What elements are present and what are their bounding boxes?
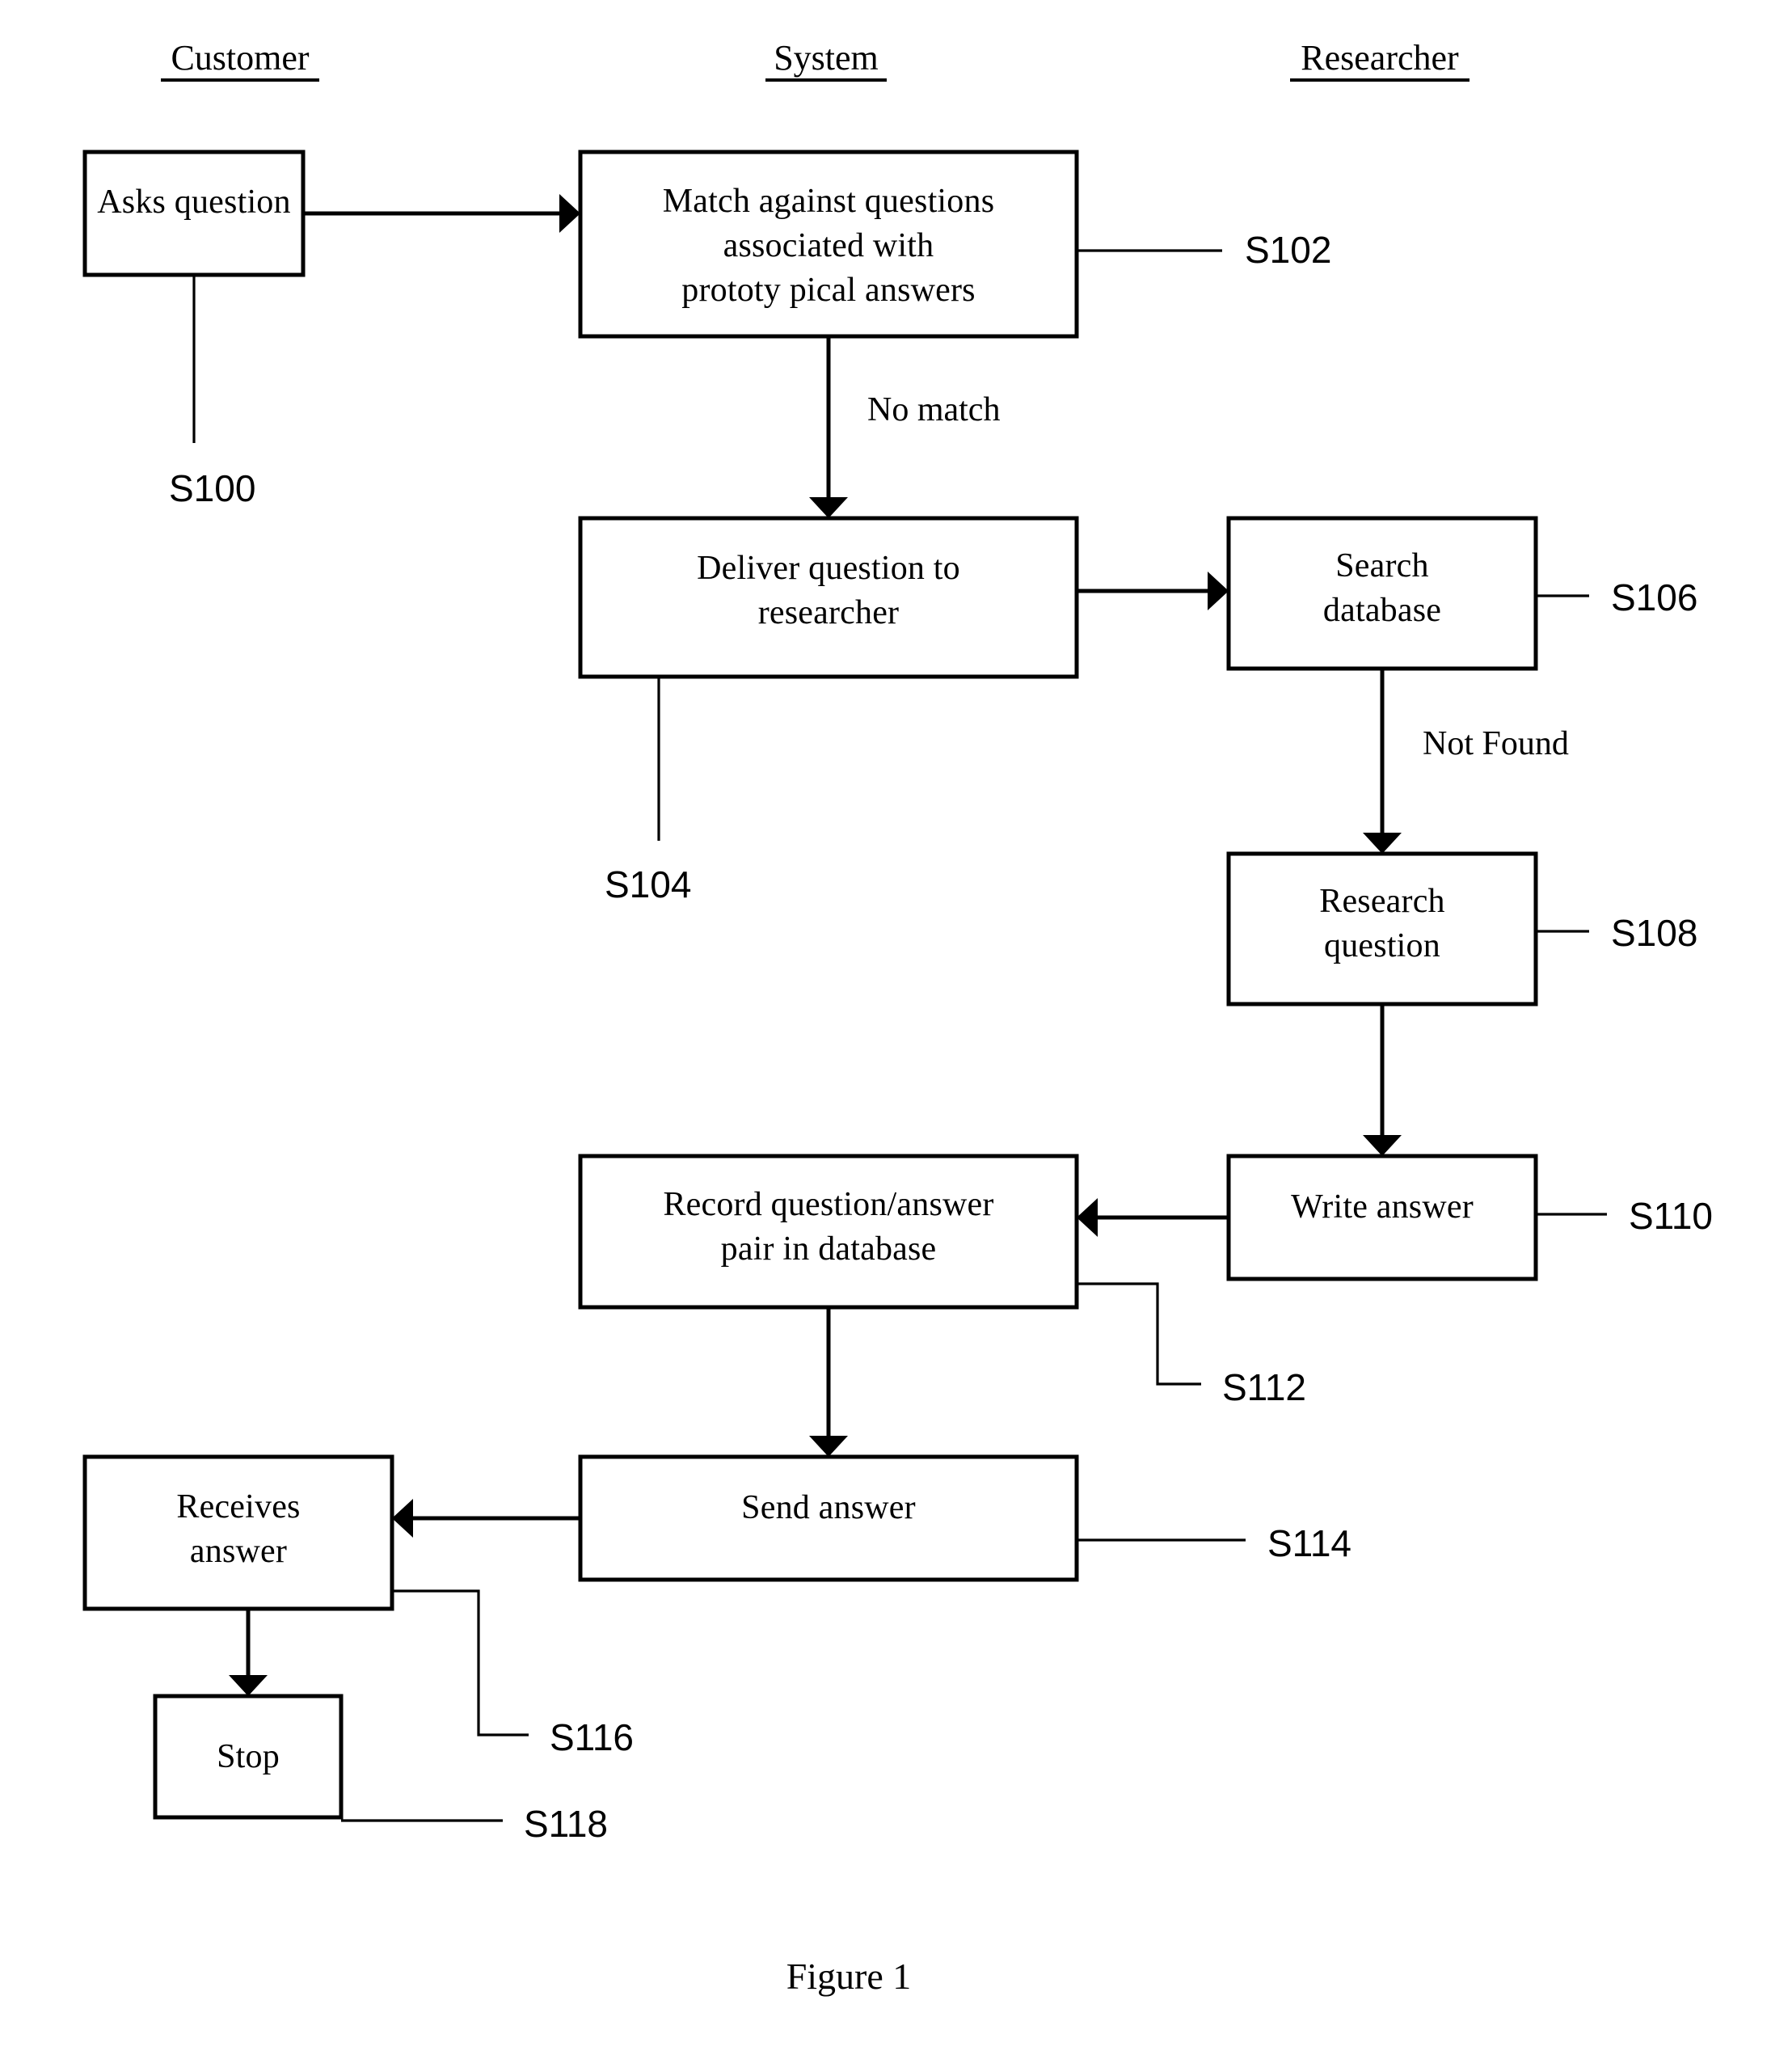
step-ref-s106: S106 (1611, 576, 1697, 618)
process-box-stop[interactable]: Stop (153, 1694, 344, 1820)
edge-label-not-found: Not Found (1423, 725, 1569, 762)
box-label-receives-line2: answer (190, 1533, 287, 1570)
box-label-record-line2: pair in database (721, 1230, 937, 1268)
process-box-research-question[interactable]: Research question (1226, 851, 1538, 1006)
arrowhead-write-to-record (1077, 1198, 1098, 1237)
step-ref-s102: S102 (1245, 229, 1331, 271)
box-label-receives-line1: Receives (176, 1488, 300, 1526)
step-ref-s104: S104 (605, 863, 691, 905)
box-label-search-line2: database (1323, 592, 1441, 629)
arrowhead-asks-to-match (559, 194, 580, 233)
box-label-deliver-line2: researcher (758, 594, 900, 631)
step-ref-s118: S118 (524, 1803, 608, 1845)
box-label-asks-question-line1: Asks question (97, 184, 290, 221)
process-box-receives-answer[interactable]: Receives answer (82, 1454, 394, 1611)
step-reference-numerals: S100 S102 S104 S106 S108 S110 S112 S114 … (169, 229, 1713, 1845)
process-box-write-answer[interactable]: Write answer (1226, 1154, 1538, 1281)
step-ref-s110: S110 (1629, 1195, 1713, 1237)
leader-s112 (1077, 1282, 1201, 1386)
process-box-record-question-answer-pair[interactable]: Record question/answer pair in database (578, 1154, 1079, 1310)
box-label-stop-line1: Stop (217, 1738, 280, 1775)
process-box-asks-question[interactable]: Asks question (82, 150, 306, 277)
lane-header-customer: Customer (161, 38, 319, 82)
lane-title-researcher: Researcher (1301, 38, 1459, 78)
arrowhead-record-to-send (809, 1436, 848, 1457)
step-ref-s116: S116 (550, 1716, 634, 1758)
process-box-send-answer[interactable]: Send answer (578, 1454, 1079, 1582)
arrowhead-research-to-write (1363, 1135, 1402, 1156)
step-ref-s114: S114 (1267, 1522, 1351, 1564)
arrowhead-send-to-receives (392, 1499, 413, 1538)
lane-headers: Customer System Researcher (161, 38, 1470, 82)
edge-label-no-match: No match (867, 391, 1000, 428)
step-ref-s100: S100 (169, 467, 255, 509)
box-label-write-answer-line1: Write answer (1291, 1188, 1474, 1226)
box-label-research-line1: Research (1319, 883, 1445, 920)
box-label-match-line3: prototy pical answers (681, 272, 975, 309)
lane-title-system: System (774, 38, 879, 78)
lane-title-customer: Customer (171, 38, 309, 78)
box-label-send-answer-line1: Send answer (741, 1489, 916, 1526)
box-label-match-line1: Match against questions (663, 183, 995, 220)
figure-caption: Figure 1 (786, 1956, 912, 1997)
process-box-search-database[interactable]: Search database (1226, 516, 1538, 671)
process-box-deliver-question-to-researcher[interactable]: Deliver question to researcher (578, 516, 1079, 679)
arrowhead-receives-to-stop (229, 1675, 268, 1696)
box-label-deliver-line1: Deliver question to (697, 550, 960, 587)
box-label-match-line2: associated with (723, 227, 934, 264)
flowchart-svg: Customer System Researcher Asks question… (82, 38, 1713, 1997)
step-ref-s108: S108 (1611, 912, 1697, 954)
leader-s116 (392, 1589, 529, 1737)
process-box-match-against-questions[interactable]: Match against questions associated with … (578, 150, 1079, 339)
step-ref-leaders (192, 249, 1607, 1822)
arrowhead-deliver-to-search (1208, 572, 1229, 610)
arrowhead-search-to-research (1363, 833, 1402, 854)
lane-header-researcher: Researcher (1290, 38, 1470, 82)
box-label-record-line1: Record question/answer (663, 1186, 993, 1223)
box-label-search-line1: Search (1335, 547, 1428, 584)
lane-header-system: System (765, 38, 887, 82)
arrowhead-match-to-deliver (809, 497, 848, 518)
figure-canvas: Customer System Researcher Asks question… (0, 0, 1771, 2072)
step-ref-s112: S112 (1222, 1366, 1306, 1408)
box-label-research-line2: question (1324, 927, 1440, 964)
